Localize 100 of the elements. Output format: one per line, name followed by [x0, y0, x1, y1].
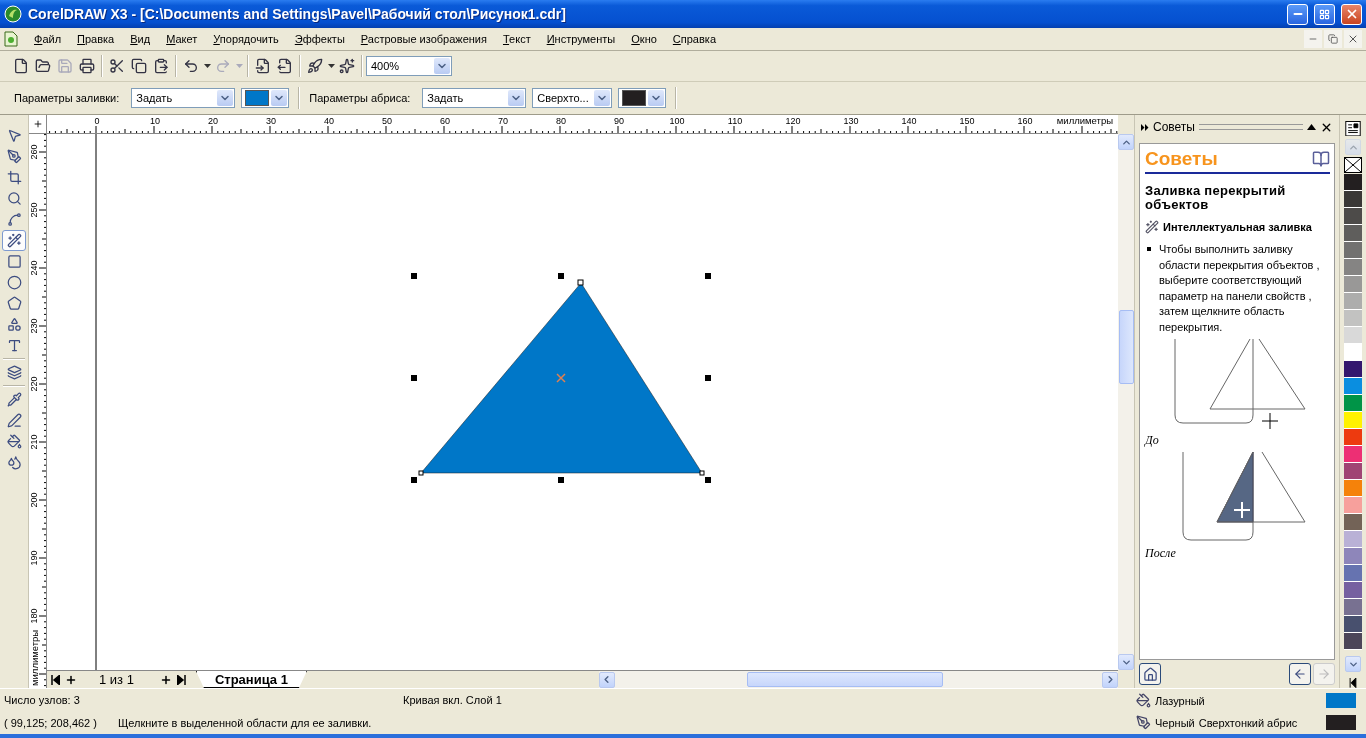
crosshair-icon [32, 119, 43, 129]
color-swatch[interactable] [1344, 514, 1362, 532]
scroll-down-button[interactable] [1118, 654, 1134, 670]
color-swatch[interactable] [1344, 293, 1362, 311]
scroll-left-button[interactable] [598, 671, 615, 688]
copy-icon [131, 58, 147, 74]
color-swatch[interactable] [1344, 259, 1362, 277]
ruler-label: 230 [29, 318, 39, 334]
chevron-down-icon [648, 90, 665, 106]
color-swatch[interactable] [1344, 480, 1362, 498]
menu-item[interactable]: Макет [158, 33, 206, 45]
color-swatch[interactable] [1344, 616, 1362, 634]
color-swatch[interactable] [1344, 565, 1362, 583]
outline-type-select[interactable]: Задать [422, 88, 527, 108]
color-swatch[interactable] [1344, 174, 1362, 192]
color-swatch[interactable] [1344, 344, 1362, 362]
outline-label: Параметры абриса: [309, 92, 411, 104]
color-swatch[interactable] [1344, 378, 1362, 396]
color-swatch[interactable] [1344, 446, 1362, 464]
color-swatch[interactable] [1344, 361, 1362, 379]
chevron-down-icon [271, 90, 288, 106]
color-swatch[interactable] [1344, 327, 1362, 345]
ruler-unit: миллиметры [1056, 115, 1113, 126]
close-button[interactable] [1344, 30, 1362, 48]
ruler-label: 210 [29, 434, 39, 450]
palette-options-icon[interactable] [1345, 121, 1361, 137]
scroll-down-button[interactable] [1345, 656, 1361, 673]
ruler-label: 20 [208, 116, 218, 126]
color-swatch[interactable] [1344, 497, 1362, 515]
ruler-label: 220 [29, 376, 39, 392]
hint-title: Заливка перекрытий объектов [1145, 184, 1287, 212]
menu-item[interactable]: Упорядочить [205, 33, 287, 45]
menu-item[interactable]: Эффекты [286, 33, 353, 45]
close-button[interactable] [1341, 3, 1362, 25]
chevron-down-icon [594, 90, 611, 106]
outline-width-select[interactable]: Сверхто... [532, 88, 613, 108]
color-swatch[interactable] [1344, 582, 1362, 600]
menu-item[interactable]: Окно [623, 33, 665, 45]
ruler-label: 250 [29, 202, 39, 218]
back-button[interactable] [1289, 663, 1311, 685]
page-tab[interactable]: Страница 1 [195, 671, 307, 688]
color-swatch[interactable] [1344, 463, 1362, 481]
scroll-thumb[interactable] [1118, 310, 1134, 384]
scroll-up-button[interactable] [1118, 134, 1134, 150]
collapse-icon [1307, 124, 1316, 130]
color-swatch[interactable] [1344, 310, 1362, 328]
rocket-icon [307, 58, 323, 74]
bullet-icon [1147, 247, 1151, 251]
menu-item[interactable]: Файл [26, 33, 70, 45]
color-swatch[interactable] [1344, 531, 1362, 549]
minimize-button[interactable] [1287, 3, 1308, 25]
color-swatch[interactable] [1344, 191, 1362, 209]
restore-button[interactable] [1324, 30, 1342, 48]
cursor-coordinates: ( 99,125; 208,462 ) [4, 716, 98, 729]
color-swatch[interactable] [1344, 633, 1362, 651]
figure-caption: После [1145, 546, 1177, 561]
restore-icon [1319, 8, 1330, 20]
tool-button[interactable] [2, 230, 26, 251]
color-swatch[interactable] [1344, 548, 1362, 566]
color-swatch[interactable] [1344, 599, 1362, 617]
color-swatch[interactable] [1344, 412, 1362, 430]
menu-item[interactable]: Правка [69, 33, 123, 45]
restore-icon [1328, 34, 1338, 44]
color-swatch[interactable] [1344, 242, 1362, 260]
color-swatch[interactable] [1344, 225, 1362, 243]
color-swatch[interactable] [1344, 429, 1362, 447]
scissors-icon [109, 58, 125, 74]
layers-icon [6, 365, 22, 380]
rectangle-icon [6, 254, 22, 269]
style-name: Черный [1155, 716, 1195, 729]
plus-icon [159, 673, 172, 686]
menu-item[interactable]: Вид [122, 33, 159, 45]
ellipse-icon [6, 275, 22, 290]
menu-item[interactable]: Текст [494, 33, 539, 45]
page-count: 1 из 1 [98, 671, 135, 688]
menu-item[interactable]: Растровые изображения [352, 33, 495, 45]
fill-type-select[interactable]: Задать [131, 88, 236, 108]
pen-icon [6, 413, 22, 428]
ruler-unit: миллиметры [29, 629, 40, 686]
color-picker[interactable] [241, 88, 290, 108]
color-picker[interactable] [618, 88, 667, 108]
color-swatch[interactable] [1344, 276, 1362, 294]
menu-item[interactable]: Справка [664, 33, 724, 45]
hint-message: Щелкните в выделенной области для ее заливки. [118, 716, 373, 729]
no-color-swatch[interactable] [1344, 157, 1362, 174]
color-swatch[interactable] [1344, 395, 1362, 413]
book-icon [1312, 150, 1330, 168]
chevron-down-icon [508, 90, 525, 106]
scroll-thumb[interactable] [746, 672, 943, 687]
color-swatch[interactable] [1344, 208, 1362, 226]
ruler-label: 60 [440, 116, 450, 126]
droplets-icon [6, 455, 22, 470]
home-button[interactable] [1139, 663, 1161, 685]
eyedropper-icon [6, 392, 22, 407]
menu-item[interactable]: Инструменты [538, 33, 624, 45]
zoom-select[interactable]: 400% [366, 56, 452, 76]
ruler-label: 160 [1017, 116, 1033, 126]
scroll-right-button[interactable] [1102, 671, 1118, 688]
restore-button[interactable] [1314, 3, 1335, 25]
curve-icon [6, 212, 22, 227]
